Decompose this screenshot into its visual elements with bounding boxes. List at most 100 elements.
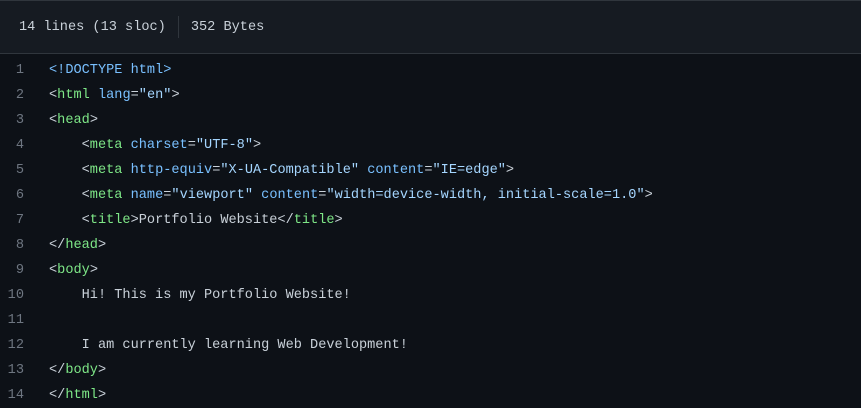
code-token-txt: >Portfolio Website</ <box>130 213 294 228</box>
code-token-str: "width=device-width, initial-scale=1.0" <box>326 188 645 203</box>
code-token-txt: > <box>505 163 515 178</box>
code-token-txt: < <box>49 163 90 178</box>
code-token-txt: > <box>97 388 107 403</box>
code-token-txt: > <box>89 263 98 278</box>
code-line: 3 <head> <box>0 108 861 133</box>
code-line: 5 <meta http-equiv = "X-UA-Compatible" con… <box>0 158 861 183</box>
code-content: <html lang="en"> <box>49 88 180 103</box>
code-content: <head> <box>49 113 98 128</box>
code-token-txt: > <box>89 113 98 128</box>
line-number[interactable]: 1 <box>0 63 49 78</box>
line-number[interactable]: 8 <box>0 238 49 253</box>
code-content: <meta charset="UTF-8"> <box>49 138 262 153</box>
code-token-attr: lang <box>97 88 131 103</box>
code-token-txt: < <box>49 113 58 128</box>
code-token-txt: > <box>334 213 343 228</box>
code-token-str: "X-UA-Compatible" <box>220 163 360 178</box>
code-token-tag: head <box>65 238 98 253</box>
line-number[interactable]: 5 <box>0 163 49 178</box>
code-token-tag: body <box>57 263 90 278</box>
code-token-tag: title <box>89 213 131 228</box>
code-token-txt: </ <box>49 363 66 378</box>
code-token-attr: http-equiv <box>130 163 213 178</box>
code-token-txt: </ <box>49 238 66 253</box>
code-token-str: "en" <box>138 88 172 103</box>
line-number[interactable]: 3 <box>0 113 49 128</box>
code-content: <!DOCTYPE html> <box>49 63 171 78</box>
code-token-txt: > <box>97 238 107 253</box>
code-token-tag: html <box>65 388 98 403</box>
line-number[interactable]: 6 <box>0 188 49 203</box>
code-token-txt: > <box>253 138 262 153</box>
code-token-txt: = <box>187 138 196 153</box>
code-token-tag: body <box>65 363 98 378</box>
line-number[interactable]: 10 <box>0 288 49 303</box>
code-line: 14 </html> <box>0 383 861 408</box>
code-line: 1 <!DOCTYPE html> <box>0 58 861 83</box>
code-token-tag: head <box>57 113 90 128</box>
code-line: 4 <meta charset="UTF-8"> <box>0 133 861 158</box>
code-content: </head> <box>49 238 106 253</box>
line-number[interactable]: 13 <box>0 363 49 378</box>
code-view: 1 <!DOCTYPE html> 2 <html lang="en"> 3 <head>… <box>0 54 861 408</box>
file-size: 352 Bytes <box>190 19 265 35</box>
line-number[interactable]: 2 <box>0 88 49 103</box>
code-content: </html> <box>49 388 106 403</box>
code-token-txt: = <box>130 88 139 103</box>
code-token-str: "viewport" <box>171 188 253 203</box>
code-token-txt: > <box>97 363 107 378</box>
code-line: 6 <meta name="viewport" content="width=d… <box>0 183 861 208</box>
line-number[interactable]: 14 <box>0 388 49 403</box>
code-line: 10 Hi! This is my Portfolio Website! <box>0 283 861 308</box>
code-token-attr: content <box>367 163 425 178</box>
line-number[interactable]: 11 <box>0 313 49 328</box>
code-line: 2 <html lang="en"> <box>0 83 861 108</box>
code-token-tag: html <box>57 88 90 103</box>
code-token-txt: < <box>49 213 90 228</box>
line-number[interactable]: 7 <box>0 213 49 228</box>
code-content: I am currently learning Web Development! <box>49 338 408 353</box>
code-token-tag: title <box>293 213 335 228</box>
code-token-str: "UTF-8" <box>195 138 253 153</box>
code-token-txt: > <box>171 88 180 103</box>
code-token-txt: I am currently learning Web Development! <box>49 338 408 353</box>
code-token-attr: name <box>130 188 164 203</box>
line-number[interactable]: 4 <box>0 138 49 153</box>
code-content: <title>Portfolio Website</title> <box>49 213 343 228</box>
line-number[interactable]: 12 <box>0 338 49 353</box>
code-content: <body> <box>49 263 98 278</box>
code-token-txt: < <box>49 138 90 153</box>
code-token-txt: = <box>424 163 433 178</box>
code-line: 9 <body> <box>0 258 861 283</box>
code-token-doc: <!DOCTYPE html> <box>49 63 172 78</box>
code-token-attr: content <box>261 188 319 203</box>
divider <box>177 16 179 38</box>
code-token-tag: meta <box>89 163 123 178</box>
code-token-attr: charset <box>130 138 188 153</box>
line-count: 14 lines (13 sloc) <box>19 19 166 35</box>
file-info-header: 14 lines (13 sloc) 352 Bytes <box>0 0 861 54</box>
code-line: 7 <title>Portfolio Website</title> <box>0 208 861 233</box>
code-token-tag: meta <box>89 138 123 153</box>
code-line: 11 <box>0 308 861 333</box>
code-line: 8 </head> <box>0 233 861 258</box>
code-token-tag: meta <box>89 188 123 203</box>
code-content: </body> <box>49 363 106 378</box>
line-number[interactable]: 9 <box>0 263 49 278</box>
code-line: 12 I am currently learning Web Developme… <box>0 333 861 358</box>
code-token-txt: > <box>644 188 653 203</box>
code-line: 13 </body> <box>0 358 861 383</box>
code-token-txt: < <box>49 88 58 103</box>
code-token-str: "IE=edge" <box>432 163 506 178</box>
code-token-txt: < <box>49 263 58 278</box>
code-token-txt: < <box>49 188 90 203</box>
code-content: Hi! This is my Portfolio Website! <box>49 288 351 303</box>
code-token-txt: </ <box>49 388 66 403</box>
code-content: <meta http-equiv = "X-UA-Compatible" conte… <box>49 163 514 178</box>
